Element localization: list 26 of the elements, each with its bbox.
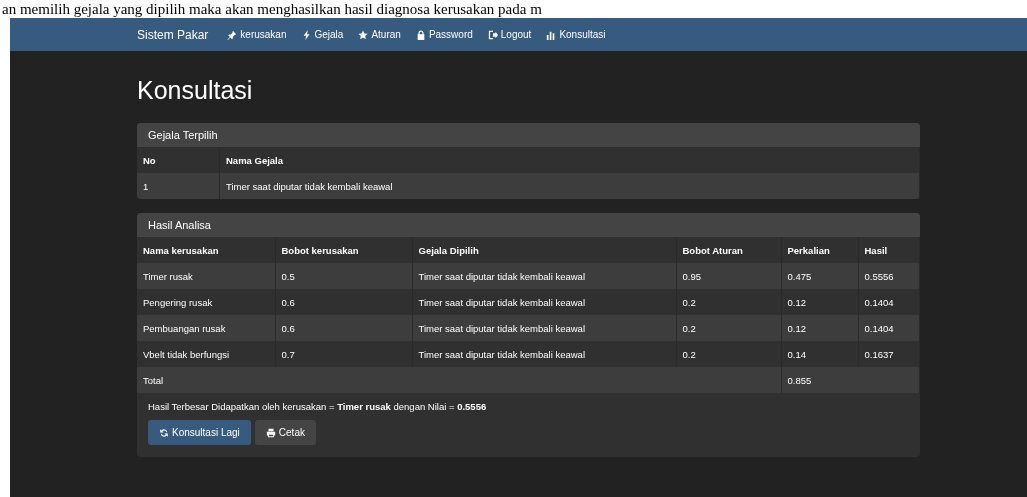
table-cell: 1 <box>137 173 220 199</box>
table-cell: Timer saat diputar tidak kembali keawal <box>219 173 920 199</box>
total-label: Total <box>137 367 781 393</box>
refresh-icon <box>159 427 169 438</box>
consult-again-button[interactable]: Konsultasi Lagi <box>148 420 251 445</box>
nav-link[interactable]: Konsultasi <box>546 29 606 40</box>
total-value: 0.855 <box>781 367 920 393</box>
nav-link[interactable]: Gejala <box>301 29 344 40</box>
lightning-icon <box>301 29 312 40</box>
caption-text: an memilih gejala yang dipilih maka akan menghasilkan hasil diagnosa kerusakan pada m <box>1 0 543 18</box>
printer-icon <box>265 427 276 438</box>
brand-link[interactable]: Sistem Pakar <box>137 27 209 42</box>
lock-icon <box>415 29 426 40</box>
nav-link[interactable]: Aturan <box>358 29 401 40</box>
nav-link[interactable]: Logout <box>487 29 532 40</box>
result-summary: Hasil Terbesar Didapatkan oleh kerusakan = Timer rusak dengan Nilai = 0.5556 <box>148 401 488 412</box>
nav-link[interactable]: kerusakan <box>227 29 287 40</box>
print-button[interactable]: Cetak <box>254 420 316 445</box>
panel-heading: Hasil Analisa <box>137 213 920 237</box>
logout-icon <box>487 29 498 40</box>
page-title: Konsultasi <box>137 76 254 105</box>
bar-chart-icon <box>546 29 557 40</box>
star-icon <box>358 29 369 40</box>
panel-heading: Gejala Terpilih <box>137 123 920 147</box>
pin-icon <box>227 29 238 40</box>
nav-link[interactable]: Password <box>415 29 473 40</box>
